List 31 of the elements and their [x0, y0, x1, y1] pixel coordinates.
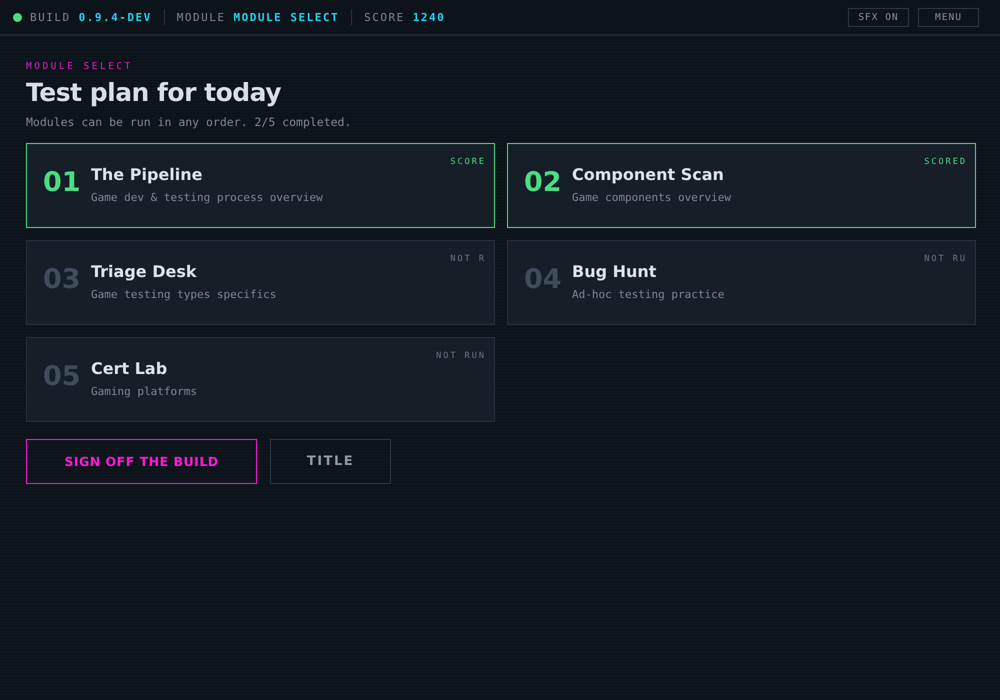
module-label: MODULE — [176, 10, 226, 24]
title-button[interactable]: TITLE — [270, 439, 391, 484]
build-version: 0.9.4-DEV — [78, 10, 152, 24]
module-status: NOT R — [450, 254, 486, 264]
score-label: SCORE — [364, 10, 405, 24]
module-number: 01 — [43, 167, 77, 198]
score-value: 1240 — [412, 10, 446, 24]
module-title: Cert Lab — [91, 359, 168, 378]
module-card[interactable]: 01 The Pipeline Game dev & testing process overview SCORE — [26, 143, 495, 228]
module-title: The Pipeline — [91, 165, 204, 184]
module-description: Game components overview — [572, 191, 731, 204]
module-description: Game testing types specifics — [91, 288, 276, 301]
sign-off-button[interactable]: SIGN OFF THE BUILD — [26, 439, 257, 484]
top-bar-button[interactable]: MENU — [918, 8, 979, 26]
module-status: NOT RU — [924, 254, 967, 264]
page-title: Test plan for today — [26, 78, 282, 107]
module-title: Component Scan — [572, 165, 725, 184]
module-value: MODULE SELECT — [233, 10, 340, 24]
module-description: Game dev & testing process overview — [91, 191, 323, 204]
module-description: Ad-hoc testing practice — [572, 288, 724, 301]
module-title: Bug Hunt — [572, 262, 658, 281]
module-status: SCORED — [924, 157, 967, 167]
module-status: SCORE — [450, 157, 486, 167]
build-label: BUILD — [30, 10, 71, 24]
module-description: Gaming platforms — [91, 385, 197, 398]
module-title: Triage Desk — [91, 262, 198, 281]
top-bar-button[interactable]: SFX ON — [848, 8, 909, 26]
page-subtitle: Modules can be run in any order. 2/5 completed. — [26, 115, 352, 129]
module-number: 02 — [524, 167, 558, 198]
module-status: NOT RUN — [436, 351, 486, 361]
section-eyebrow: MODULE SELECT — [26, 61, 134, 72]
